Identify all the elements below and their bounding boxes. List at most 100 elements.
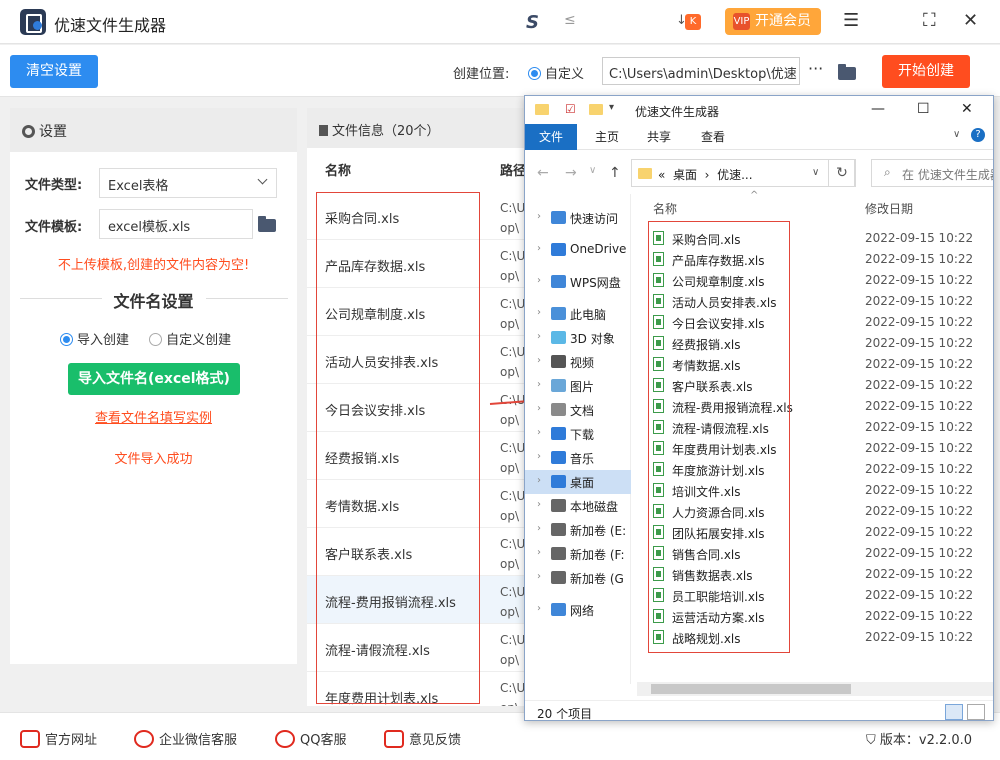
nav-item[interactable]: › 视频 bbox=[525, 350, 631, 374]
list-item[interactable]: 运营活动方案.xls 2022-09-15 10:22 bbox=[637, 606, 993, 627]
close-icon[interactable]: ✕ bbox=[963, 10, 978, 31]
table-row[interactable]: 经费报销.xls C:\U op\ bbox=[307, 432, 527, 480]
explorer-close-icon[interactable]: ✕ bbox=[961, 101, 973, 117]
expand-caret-icon[interactable]: › bbox=[537, 243, 541, 254]
list-item[interactable]: 战略规划.xls 2022-09-15 10:22 bbox=[637, 627, 993, 648]
list-item[interactable]: 员工职能培训.xls 2022-09-15 10:22 bbox=[637, 585, 993, 606]
more-icon[interactable]: ··· bbox=[808, 59, 823, 78]
filename-example-link[interactable]: 查看文件名填写实例 bbox=[10, 407, 297, 426]
forward-icon[interactable]: → bbox=[565, 165, 577, 181]
large-icons-view-icon[interactable] bbox=[967, 704, 985, 720]
table-row[interactable]: 流程-请假流程.xls C:\U op\ bbox=[307, 624, 527, 672]
recent-icon[interactable]: ∨ bbox=[589, 165, 596, 176]
expand-caret-icon[interactable]: › bbox=[537, 275, 541, 286]
expand-caret-icon[interactable]: › bbox=[537, 475, 541, 486]
list-column-name[interactable]: 名称 bbox=[653, 200, 677, 217]
vip-button[interactable]: VIP 开通会员 bbox=[725, 8, 821, 35]
table-row[interactable]: 流程-费用报销流程.xls C:\U op\ bbox=[307, 576, 527, 624]
expand-caret-icon[interactable]: › bbox=[537, 379, 541, 390]
maximize-icon[interactable]: ⛶ bbox=[923, 10, 936, 31]
browse-folder-icon[interactable] bbox=[838, 64, 856, 80]
breadcrumb-desktop[interactable]: 桌面 bbox=[673, 168, 697, 182]
breadcrumb-current[interactable]: 优速... bbox=[717, 168, 752, 182]
nav-item[interactable]: › 快速访问 bbox=[525, 206, 631, 230]
address-bar[interactable]: « 桌面 › 优速... ∨ bbox=[631, 159, 855, 187]
search-input[interactable]: ⌕ 在 优速文件生成器 bbox=[871, 159, 993, 187]
qq-service-link[interactable]: QQ客服 bbox=[275, 729, 346, 748]
address-dropdown-icon[interactable]: ∨ bbox=[812, 167, 819, 178]
list-item[interactable]: 年度费用计划表.xls 2022-09-15 10:22 bbox=[637, 438, 993, 459]
notification-badge-icon[interactable]: K bbox=[685, 14, 701, 30]
horizontal-scrollbar[interactable] bbox=[637, 682, 993, 696]
list-item[interactable]: 销售合同.xls 2022-09-15 10:22 bbox=[637, 543, 993, 564]
quick-access-dropdown-icon[interactable]: ▾ bbox=[609, 102, 614, 113]
nav-item[interactable]: › 图片 bbox=[525, 374, 631, 398]
list-item[interactable]: 流程-请假流程.xls 2022-09-15 10:22 bbox=[637, 417, 993, 438]
nav-item[interactable]: › OneDrive bbox=[525, 238, 631, 262]
table-row[interactable]: 采购合同.xls C:\U op\ bbox=[307, 192, 527, 240]
ribbon-tab-share[interactable]: 共享 bbox=[633, 124, 685, 150]
expand-caret-icon[interactable]: › bbox=[537, 307, 541, 318]
expand-caret-icon[interactable]: › bbox=[537, 355, 541, 366]
feedback-link[interactable]: 意见反馈 bbox=[384, 729, 461, 748]
template-input[interactable]: excel模板.xls bbox=[99, 209, 253, 239]
help-icon[interactable]: ? bbox=[971, 128, 985, 142]
table-row[interactable]: 年度费用计划表.xls C:\Uop\ bbox=[307, 672, 527, 706]
list-item[interactable]: 人力资源合同.xls 2022-09-15 10:22 bbox=[637, 501, 993, 522]
template-folder-icon[interactable] bbox=[258, 216, 276, 232]
custom-location-radio[interactable]: 自定义 bbox=[528, 63, 584, 82]
nav-item[interactable]: › 新加卷 (G bbox=[525, 566, 631, 590]
nav-item[interactable]: › 网络 bbox=[525, 598, 631, 622]
expand-caret-icon[interactable]: › bbox=[537, 331, 541, 342]
nav-item[interactable]: › 新加卷 (F: bbox=[525, 542, 631, 566]
list-item[interactable]: 经费报销.xls 2022-09-15 10:22 bbox=[637, 333, 993, 354]
nav-item[interactable]: › 此电脑 bbox=[525, 302, 631, 326]
refresh-icon[interactable]: ↻ bbox=[828, 159, 856, 187]
mode-custom-radio[interactable]: 自定义创建 bbox=[149, 333, 231, 348]
list-item[interactable]: 活动人员安排表.xls 2022-09-15 10:22 bbox=[637, 291, 993, 312]
expand-caret-icon[interactable]: › bbox=[537, 403, 541, 414]
address-overflow[interactable]: « bbox=[658, 168, 665, 182]
list-item[interactable]: 销售数据表.xls 2022-09-15 10:22 bbox=[637, 564, 993, 585]
explorer-minimize-icon[interactable]: — bbox=[871, 101, 885, 117]
ribbon-expand-icon[interactable]: ∨ bbox=[953, 129, 960, 140]
scrollbar-thumb[interactable] bbox=[651, 684, 851, 694]
expand-caret-icon[interactable]: › bbox=[537, 523, 541, 534]
expand-caret-icon[interactable]: › bbox=[537, 427, 541, 438]
table-row[interactable]: 公司规章制度.xls C:\U op\ bbox=[307, 288, 527, 336]
list-item[interactable]: 流程-费用报销流程.xls 2022-09-15 10:22 bbox=[637, 396, 993, 417]
new-folder-icon[interactable] bbox=[589, 104, 603, 115]
nav-item[interactable]: › 本地磁盘 bbox=[525, 494, 631, 518]
list-item[interactable]: 采购合同.xls 2022-09-15 10:22 bbox=[637, 228, 993, 249]
back-icon[interactable]: ← bbox=[537, 165, 549, 181]
list-item[interactable]: 公司规章制度.xls 2022-09-15 10:22 bbox=[637, 270, 993, 291]
list-item[interactable]: 年度旅游计划.xls 2022-09-15 10:22 bbox=[637, 459, 993, 480]
list-item[interactable]: 培训文件.xls 2022-09-15 10:22 bbox=[637, 480, 993, 501]
wechat-service-link[interactable]: 企业微信客服 bbox=[134, 729, 237, 748]
ribbon-tab-view[interactable]: 查看 bbox=[687, 124, 739, 150]
import-filenames-button[interactable]: 导入文件名(excel格式) bbox=[68, 363, 240, 395]
table-row[interactable]: 客户联系表.xls C:\U op\ bbox=[307, 528, 527, 576]
official-website-link[interactable]: 官方网址 bbox=[20, 729, 97, 748]
table-row[interactable]: 活动人员安排表.xls C:\U op\ bbox=[307, 336, 527, 384]
table-row[interactable]: 今日会议安排.xls C:\U op\ bbox=[307, 384, 527, 432]
mode-import-radio[interactable]: 导入创建 bbox=[60, 333, 129, 348]
list-column-date[interactable]: 修改日期 bbox=[865, 200, 913, 217]
nav-item[interactable]: › 音乐 bbox=[525, 446, 631, 470]
output-path-input[interactable]: C:\Users\admin\Desktop\优速 bbox=[602, 57, 800, 85]
nav-item[interactable]: › WPS网盘 bbox=[525, 270, 631, 294]
expand-caret-icon[interactable]: › bbox=[537, 211, 541, 222]
nav-item[interactable]: › 桌面 bbox=[525, 470, 631, 494]
file-type-select[interactable]: Excel表格 bbox=[99, 168, 277, 198]
list-item[interactable]: 考情数据.xls 2022-09-15 10:22 bbox=[637, 354, 993, 375]
menu-icon[interactable]: ☰ bbox=[843, 10, 859, 31]
list-item[interactable]: 今日会议安排.xls 2022-09-15 10:22 bbox=[637, 312, 993, 333]
start-create-button[interactable]: 开始创建 bbox=[882, 55, 970, 88]
explorer-maximize-icon[interactable]: ☐ bbox=[917, 101, 930, 117]
nav-item[interactable]: › 3D 对象 bbox=[525, 326, 631, 350]
expand-caret-icon[interactable]: › bbox=[537, 571, 541, 582]
table-row[interactable]: 产品库存数据.xls C:\U op\ bbox=[307, 240, 527, 288]
ribbon-tab-file[interactable]: 文件 bbox=[525, 124, 578, 150]
list-item[interactable]: 客户联系表.xls 2022-09-15 10:22 bbox=[637, 375, 993, 396]
expand-caret-icon[interactable]: › bbox=[537, 451, 541, 462]
